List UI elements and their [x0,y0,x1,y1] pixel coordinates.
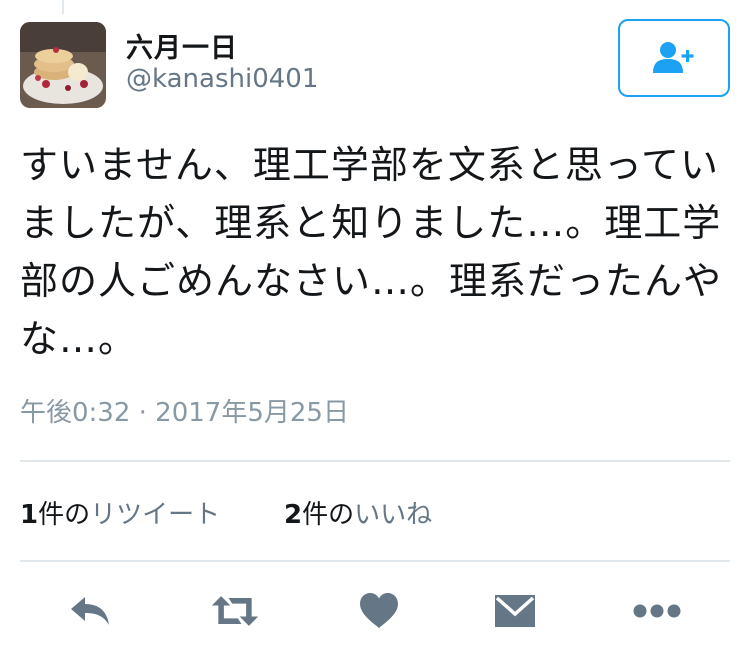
tweet-text-line: すいません、理工学部を文系と思ってい [20,143,719,187]
tweet-text: すいません、理工学部を文系と思ってい ましたが、理系と知りました…。理工学 部の… [20,136,723,368]
reply-icon [71,597,109,625]
tweet-text-line: ましたが、理系と知りました…。理工学 [20,201,722,245]
retweet-count-label: リツイート [90,500,221,530]
avatar[interactable] [20,22,106,108]
tweet-actions [0,588,750,638]
envelope-icon [495,595,535,627]
like-count[interactable]: 2件のいいね [284,494,432,531]
follow-user-icon [653,42,694,73]
divider [20,560,730,562]
user-handle[interactable]: @kanashi0401 [126,64,318,94]
retweet-count[interactable]: 1件のリツイート [20,494,220,531]
retweet-button[interactable] [210,588,260,634]
retweet-count-number: 1 [20,500,39,530]
display-name[interactable]: 六月一日 [126,26,238,65]
reply-button[interactable] [66,588,116,634]
thread-line [62,0,64,14]
like-count-label: いいね [354,500,433,530]
heart-icon [360,593,398,628]
like-button[interactable] [354,588,404,634]
avatar-image [20,22,106,108]
more-button[interactable] [632,588,682,634]
retweet-icon [211,596,259,626]
tweet-text-line: 部の人ごめんなさい…。理系だったんや [20,259,723,303]
divider [20,460,730,462]
like-count-suffix: 件の [302,500,355,530]
retweet-count-suffix: 件の [38,500,91,530]
direct-message-button[interactable] [490,588,540,634]
like-count-number: 2 [284,500,303,530]
tweet-timestamp[interactable]: 午後0:32 · 2017年5月25日 [20,392,349,429]
more-icon [633,604,681,618]
tweet-header: 六月一日 @kanashi0401 [20,19,730,112]
tweet-text-line: な…。 [20,317,138,361]
follow-button[interactable] [618,19,730,97]
